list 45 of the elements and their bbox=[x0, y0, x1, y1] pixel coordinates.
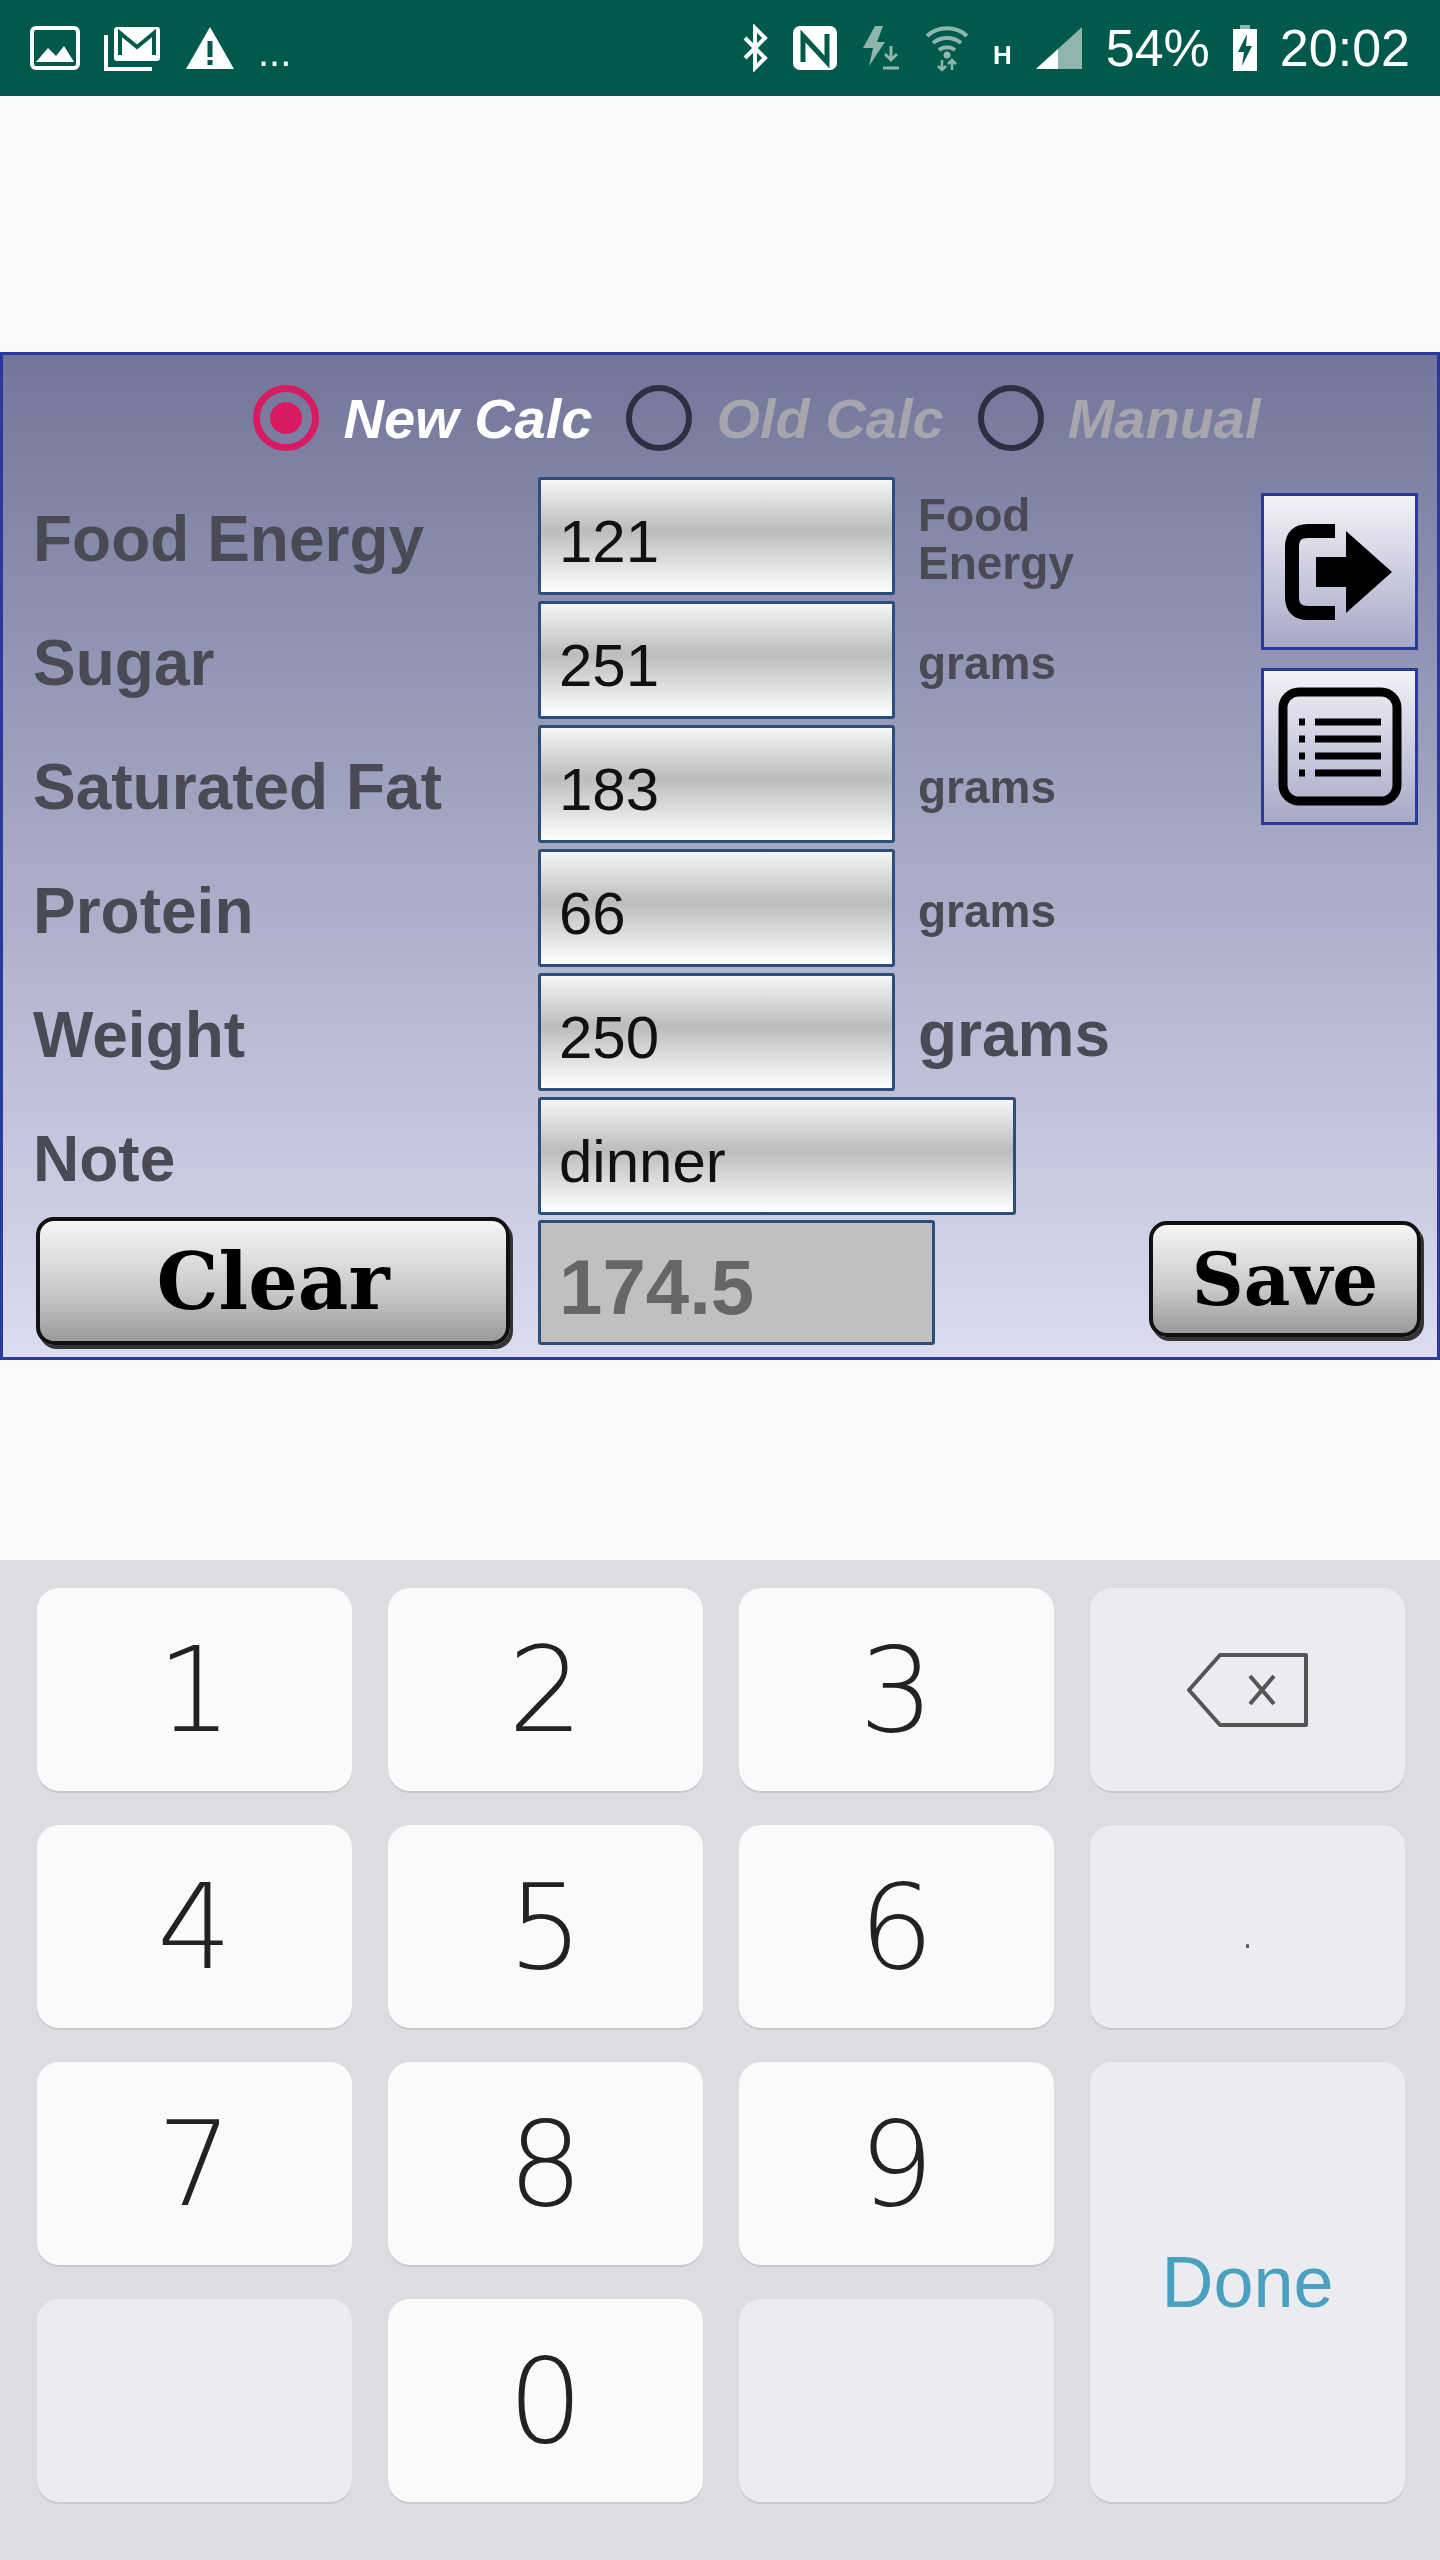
unit-label: grams bbox=[917, 1001, 1112, 1069]
export-button[interactable] bbox=[1261, 493, 1418, 650]
list-button[interactable] bbox=[1261, 668, 1418, 825]
field-label: Sugar bbox=[33, 626, 216, 700]
digit-key[interactable]: 0 bbox=[388, 2299, 703, 2502]
warning-icon bbox=[184, 25, 236, 71]
battery-charging-icon bbox=[1231, 24, 1258, 72]
input-field[interactable]: 250 bbox=[538, 973, 895, 1091]
nfc-icon bbox=[791, 24, 839, 72]
input-field[interactable]: 251 bbox=[538, 601, 895, 719]
digit-key[interactable]: 3 bbox=[739, 1588, 1054, 1791]
field-label: Weight bbox=[33, 998, 247, 1072]
input-field[interactable]: 121 bbox=[538, 477, 895, 595]
input-field[interactable]: dinner bbox=[538, 1097, 1016, 1215]
digit-key[interactable]: 6 bbox=[739, 1825, 1054, 2028]
field-label: Protein bbox=[33, 874, 255, 948]
bluetooth-icon bbox=[743, 24, 769, 72]
mail-icon bbox=[102, 25, 162, 71]
unit-label: Food Energy bbox=[917, 490, 1074, 588]
input-field[interactable]: 183 bbox=[538, 725, 895, 843]
wifi-icon bbox=[923, 24, 971, 72]
image-icon bbox=[30, 26, 80, 70]
data-saver-icon bbox=[861, 24, 901, 72]
field-label: Note bbox=[33, 1122, 177, 1196]
unit-label: grams bbox=[917, 762, 1057, 812]
digit-key[interactable]: 4 bbox=[37, 1825, 352, 2028]
unit-label: grams bbox=[917, 638, 1057, 688]
unit-label: grams bbox=[917, 886, 1057, 936]
digit-key[interactable]: 7 bbox=[37, 2062, 352, 2265]
field-label: Saturated Fat bbox=[33, 750, 443, 824]
field-label: Food Energy bbox=[33, 502, 426, 576]
network-type-text: H bbox=[993, 40, 1012, 71]
digit-key[interactable]: 5 bbox=[388, 1825, 703, 2028]
backspace-key[interactable] bbox=[1090, 1588, 1405, 1791]
more-notifications-text: ... bbox=[258, 29, 292, 75]
decimal-key[interactable]: . bbox=[1090, 1825, 1405, 2028]
digit-key[interactable]: 8 bbox=[388, 2062, 703, 2265]
digit-key[interactable]: 1 bbox=[37, 1588, 352, 1791]
input-field[interactable]: 66 bbox=[538, 849, 895, 967]
digit-key[interactable]: 2 bbox=[388, 1588, 703, 1791]
battery-percent-text: 54% bbox=[1105, 18, 1210, 78]
clock-text: 20:02 bbox=[1279, 18, 1410, 78]
digit-key[interactable]: 9 bbox=[739, 2062, 1054, 2265]
radio-option[interactable]: New Calc bbox=[253, 385, 593, 451]
backspace-icon bbox=[1185, 1651, 1310, 1728]
